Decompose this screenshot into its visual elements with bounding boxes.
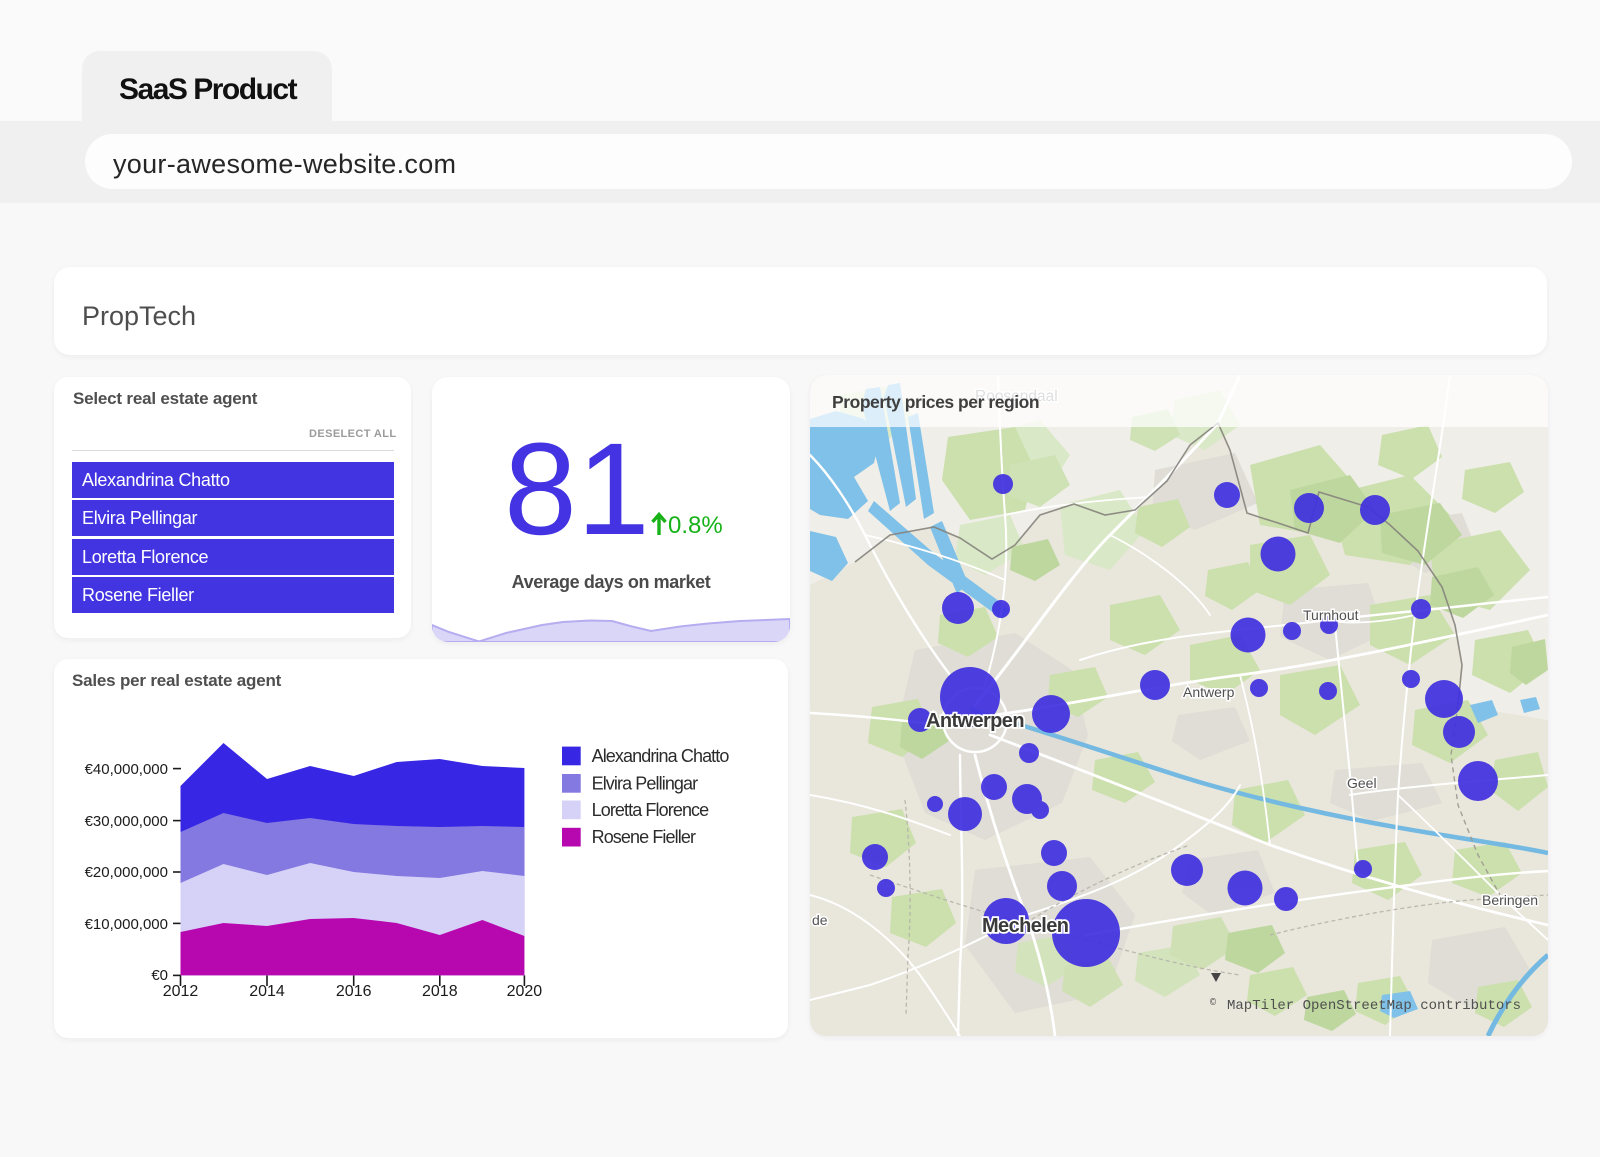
svg-text:MapTiler OpenStreetMap contrib: MapTiler OpenStreetMap contributors <box>1227 998 1521 1014</box>
svg-text:2016: 2016 <box>336 983 372 1000</box>
svg-text:Loretta Florence: Loretta Florence <box>592 800 710 820</box>
svg-text:€10,000,000: €10,000,000 <box>85 916 168 933</box>
svg-text:€20,000,000: €20,000,000 <box>85 864 168 881</box>
svg-text:Geel: Geel <box>1347 775 1377 791</box>
svg-text:Elvira Pellingar: Elvira Pellingar <box>592 773 699 793</box>
svg-text:Antwerpen: Antwerpen <box>926 710 1024 732</box>
svg-text:Alexandrina Chatto: Alexandrina Chatto <box>592 746 730 766</box>
svg-text:de: de <box>812 912 828 928</box>
svg-text:Beringen: Beringen <box>1482 892 1538 908</box>
svg-text:Rosene Fieller: Rosene Fieller <box>592 827 696 847</box>
svg-text:Turnhout: Turnhout <box>1303 607 1359 623</box>
svg-text:Mechelen: Mechelen <box>982 915 1068 937</box>
svg-text:2012: 2012 <box>163 983 199 1000</box>
svg-text:€30,000,000: €30,000,000 <box>85 813 168 830</box>
svg-text:€0: €0 <box>151 967 168 984</box>
svg-text:Property prices per region: Property prices per region <box>832 392 1039 412</box>
svg-text:0.8%: 0.8% <box>668 512 723 537</box>
svg-text:2014: 2014 <box>249 983 285 1000</box>
svg-text:2018: 2018 <box>422 983 458 1000</box>
svg-text:2020: 2020 <box>507 983 543 1000</box>
svg-text:€40,000,000: €40,000,000 <box>85 761 168 778</box>
svg-text:©: © <box>1210 997 1216 1009</box>
svg-text:Antwerp: Antwerp <box>1183 684 1235 700</box>
